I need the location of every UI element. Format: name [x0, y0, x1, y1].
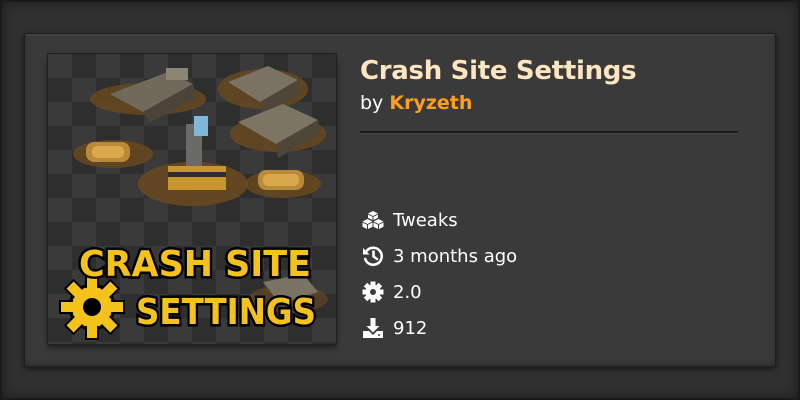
updated-row: 3 months ago	[362, 244, 517, 268]
thumbnail-artwork: CRASH SITE SETTINGS	[59, 66, 328, 340]
author-link[interactable]: Kryzeth	[389, 92, 472, 114]
wreck-piece-3	[230, 104, 326, 158]
category-row: Tweaks	[362, 208, 458, 232]
wreck-piece-2	[218, 66, 308, 114]
mod-title[interactable]: Crash Site Settings	[360, 56, 637, 86]
downloads-text: 912	[393, 317, 428, 339]
thumbnail-title-line-2: SETTINGS	[136, 292, 316, 333]
mod-thumbnail[interactable]: CRASH SITE SETTINGS	[48, 54, 336, 344]
download-icon	[362, 317, 388, 339]
downloads-row: 912	[362, 316, 427, 340]
by-label: by	[360, 92, 384, 114]
version-text: 2.0	[393, 281, 422, 303]
wreck-piece-6	[245, 170, 321, 198]
thumbnail-title-line-1: CRASH SITE	[79, 244, 311, 285]
category-text[interactable]: Tweaks	[393, 210, 458, 231]
gear-icon	[362, 281, 388, 303]
cubes-icon	[362, 209, 388, 231]
wreck-piece-1	[90, 68, 206, 122]
mod-byline: by Kryzeth	[360, 92, 472, 114]
wreck-piece-4	[73, 140, 153, 168]
version-row: 2.0	[362, 280, 422, 304]
wreck-piece-5	[138, 116, 248, 206]
divider	[360, 131, 738, 133]
history-icon	[362, 245, 388, 267]
updated-text: 3 months ago	[393, 245, 518, 267]
